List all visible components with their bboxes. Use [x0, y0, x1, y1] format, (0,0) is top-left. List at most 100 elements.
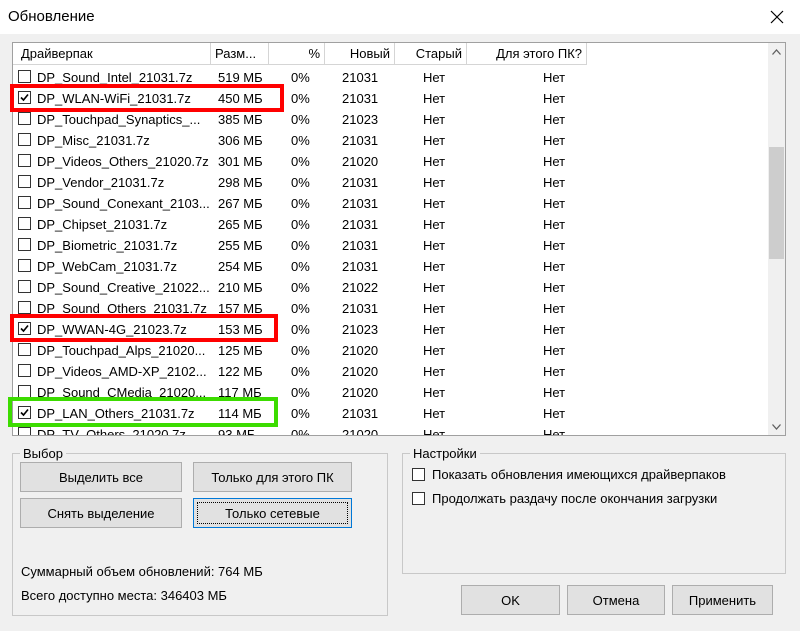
- row-old-version: Нет: [423, 70, 446, 85]
- row-for-pc: Нет: [543, 217, 566, 232]
- row-new-version: 21031: [342, 91, 379, 106]
- table-row[interactable]: DP_Touchpad_Alps_21020... 125 МБ 0% 21020 Не…: [13, 340, 767, 361]
- row-percent: 0%: [291, 154, 310, 169]
- column-header-for-pc[interactable]: Для этого ПК?: [467, 43, 587, 65]
- row-old-version: Нет: [423, 322, 446, 337]
- row-percent: 0%: [291, 406, 310, 421]
- vertical-scrollbar[interactable]: [768, 43, 785, 435]
- row-checkbox[interactable]: [18, 196, 31, 209]
- driverpack-list[interactable]: Драйверпак Разм... % Новый Старый Для эт…: [12, 42, 786, 436]
- row-checkbox[interactable]: [18, 154, 31, 167]
- row-checkbox[interactable]: [18, 91, 31, 104]
- select-all-button[interactable]: Выделить все: [20, 462, 182, 492]
- table-row[interactable]: DP_WLAN-WiFi_21031.7z 450 МБ 0% 21031 Нет Нет: [13, 88, 767, 109]
- row-old-version: Нет: [423, 259, 446, 274]
- row-percent: 0%: [291, 175, 310, 190]
- table-row[interactable]: DP_Videos_Others_21020.7z 301 МБ 0% 21020 Не…: [13, 151, 767, 172]
- table-row[interactable]: DP_Touchpad_Synaptics_... 385 МБ 0% 21023 Не…: [13, 109, 767, 130]
- row-name: DP_WebCam_21031.7z: [37, 259, 177, 274]
- row-new-version: 21031: [342, 301, 379, 316]
- row-percent: 0%: [291, 280, 310, 295]
- column-header-size[interactable]: Разм...: [211, 43, 269, 65]
- row-new-version: 21031: [342, 406, 379, 421]
- row-percent: 0%: [291, 364, 310, 379]
- row-old-version: Нет: [423, 175, 446, 190]
- row-percent: 0%: [291, 385, 310, 400]
- column-header-name[interactable]: Драйверпак: [13, 43, 211, 65]
- table-row[interactable]: DP_Biometric_21031.7z 255 МБ 0% 21031 Нет Нет: [13, 235, 767, 256]
- show-updates-option[interactable]: Показать обновления имеющихся драйверпак…: [412, 467, 726, 482]
- column-header-new[interactable]: Новый: [325, 43, 395, 65]
- title-bar: Обновление: [0, 0, 800, 34]
- row-for-pc: Нет: [543, 280, 566, 295]
- row-old-version: Нет: [423, 238, 446, 253]
- row-percent: 0%: [291, 91, 310, 106]
- row-old-version: Нет: [423, 154, 446, 169]
- row-checkbox[interactable]: [18, 70, 31, 83]
- table-row[interactable]: DP_Sound_Creative_21022... 210 МБ 0% 21022 Н…: [13, 277, 767, 298]
- row-old-version: Нет: [423, 280, 446, 295]
- scroll-thumb[interactable]: [769, 147, 784, 259]
- row-checkbox[interactable]: [18, 385, 31, 398]
- row-percent: 0%: [291, 322, 310, 337]
- table-row[interactable]: DP_Sound_Others_21031.7z 157 МБ 0% 21031 Нет…: [13, 298, 767, 319]
- close-button[interactable]: [754, 0, 800, 34]
- table-row[interactable]: DP_WWAN-4G_21023.7z 153 МБ 0% 21023 Нет Нет: [13, 319, 767, 340]
- row-checkbox[interactable]: [18, 112, 31, 125]
- row-new-version: 21031: [342, 238, 379, 253]
- row-new-version: 21020: [342, 154, 379, 169]
- column-header-percent[interactable]: %: [269, 43, 325, 65]
- row-checkbox[interactable]: [18, 133, 31, 146]
- cancel-button[interactable]: Отмена: [567, 585, 665, 615]
- table-row[interactable]: DP_WebCam_21031.7z 254 МБ 0% 21031 Нет Нет: [13, 256, 767, 277]
- scroll-down-button[interactable]: [768, 418, 785, 435]
- row-name: DP_Biometric_21031.7z: [37, 238, 178, 253]
- table-row[interactable]: DP_Sound_Intel_21031.7z 519 МБ 0% 21031 Нет Н…: [13, 67, 767, 88]
- row-checkbox[interactable]: [18, 301, 31, 314]
- check-icon: [20, 408, 29, 417]
- column-header-old[interactable]: Старый: [395, 43, 467, 65]
- row-new-version: 21031: [342, 70, 379, 85]
- table-row[interactable]: DP_LAN_Others_21031.7z 114 МБ 0% 21031 Нет Не…: [13, 403, 767, 424]
- row-checkbox[interactable]: [18, 238, 31, 251]
- only-network-button[interactable]: Только сетевые: [193, 498, 352, 528]
- row-for-pc: Нет: [543, 427, 566, 436]
- ok-button[interactable]: OK: [461, 585, 560, 615]
- only-this-pc-button[interactable]: Только для этого ПК: [193, 462, 352, 492]
- row-checkbox[interactable]: [18, 364, 31, 377]
- continue-seeding-option[interactable]: Продолжать раздачу после окончания загру…: [412, 491, 717, 506]
- row-new-version: 21020: [342, 343, 379, 358]
- row-checkbox[interactable]: [18, 175, 31, 188]
- row-size: 93 МБ: [218, 427, 256, 436]
- row-new-version: 21022: [342, 280, 379, 295]
- row-name: DP_Touchpad_Alps_21020...: [37, 343, 206, 358]
- row-checkbox[interactable]: [18, 427, 31, 435]
- row-checkbox[interactable]: [18, 322, 31, 335]
- table-row[interactable]: DP_Misc_21031.7z 306 МБ 0% 21031 Нет Нет: [13, 130, 767, 151]
- row-checkbox[interactable]: [18, 217, 31, 230]
- row-size: 125 МБ: [218, 343, 263, 358]
- show-updates-checkbox[interactable]: [412, 468, 425, 481]
- row-percent: 0%: [291, 238, 310, 253]
- row-name: DP_Sound_Conexant_2103...: [37, 196, 210, 211]
- row-for-pc: Нет: [543, 175, 566, 190]
- table-row[interactable]: DP_Chipset_21031.7z 265 МБ 0% 21031 Нет Нет: [13, 214, 767, 235]
- scroll-up-button[interactable]: [768, 43, 785, 60]
- chevron-down-icon: [772, 423, 781, 430]
- row-new-version: 21020: [342, 364, 379, 379]
- row-name: DP_Vendor_21031.7z: [37, 175, 165, 190]
- row-percent: 0%: [291, 112, 310, 127]
- row-checkbox[interactable]: [18, 280, 31, 293]
- row-checkbox[interactable]: [18, 406, 31, 419]
- table-row[interactable]: DP_Videos_AMD-XP_2102... 122 МБ 0% 21020 Нет…: [13, 361, 767, 382]
- row-checkbox[interactable]: [18, 343, 31, 356]
- table-row[interactable]: DP_TV_Others_21020.7z 93 МБ 0% 21020 Нет Нет: [13, 424, 767, 436]
- continue-seeding-checkbox[interactable]: [412, 492, 425, 505]
- table-row[interactable]: DP_Sound_Conexant_2103... 267 МБ 0% 21031 Не…: [13, 193, 767, 214]
- table-row[interactable]: DP_Vendor_21031.7z 298 МБ 0% 21031 Нет Нет: [13, 172, 767, 193]
- row-new-version: 21031: [342, 259, 379, 274]
- apply-button[interactable]: Применить: [672, 585, 773, 615]
- row-checkbox[interactable]: [18, 259, 31, 272]
- deselect-button[interactable]: Снять выделение: [20, 498, 182, 528]
- table-row[interactable]: DP_Sound_CMedia_21020... 117 МБ 0% 21020 Нет…: [13, 382, 767, 403]
